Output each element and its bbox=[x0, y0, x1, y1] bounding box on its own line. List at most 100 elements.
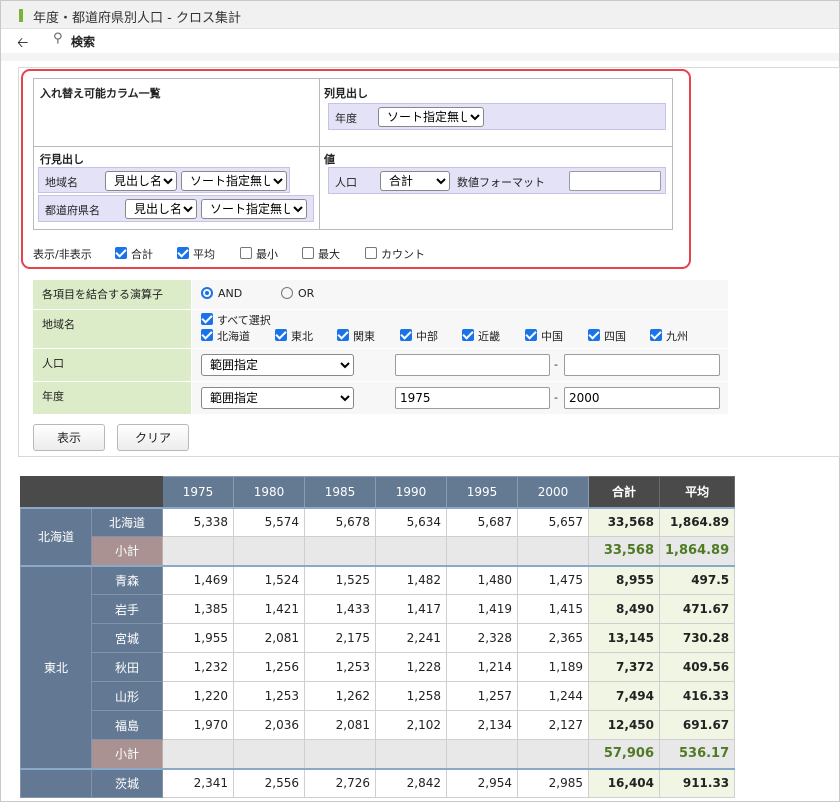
pref-cell: 福島 bbox=[91, 710, 163, 740]
subtotal-empty-cell bbox=[517, 536, 589, 566]
row-total-cell: 16,404 bbox=[588, 767, 660, 798]
col-header-item[interactable]: 年度 ソート指定無し bbox=[328, 103, 666, 130]
pref-cell: 茨城 bbox=[91, 767, 163, 798]
select-all-label: すべて選択 bbox=[217, 314, 271, 327]
table-row: 宮城 1,955 2,081 2,175 2,241 2,328 2,365 13,145 73… bbox=[21, 623, 736, 653]
row-avg-cell: 409.56 bbox=[658, 652, 736, 682]
search-icon[interactable]: ⚲ bbox=[53, 31, 63, 46]
subtotal-label: 小計 bbox=[91, 739, 163, 769]
subtotal-row: 小計 33,568 1,864.89 bbox=[21, 536, 736, 566]
year-label: 年度 bbox=[33, 382, 191, 414]
row-total-cell: 13,145 bbox=[588, 623, 660, 653]
table-row: 東北 青森 1,469 1,524 1,525 1,482 1,480 1,475 8,955 4… bbox=[20, 564, 736, 769]
table-row: 福島 1,970 2,036 2,081 2,102 2,134 2,127 12,450 69… bbox=[21, 710, 736, 740]
or-radio[interactable] bbox=[281, 287, 293, 299]
row-header-sort-select[interactable]: ソート指定無し bbox=[201, 199, 307, 219]
value-cell: 値 人口 合計 数値フォーマット bbox=[320, 147, 673, 230]
row-header-display-select[interactable]: 見出し名 bbox=[125, 199, 197, 219]
avg-checkbox[interactable] bbox=[177, 247, 189, 259]
table-row: 山形 1,220 1,253 1,262 1,258 1,257 1,244 7,494 416… bbox=[21, 681, 736, 711]
search-link[interactable]: 検索 bbox=[71, 33, 95, 50]
population-to-input[interactable] bbox=[564, 354, 720, 376]
value-cell: 1,232 bbox=[162, 652, 234, 682]
select-all-checkbox[interactable] bbox=[201, 313, 213, 325]
year-header: 2000 bbox=[517, 476, 589, 508]
value-cell: 2,102 bbox=[375, 710, 447, 740]
subtotal-label: 小計 bbox=[91, 536, 163, 566]
value-cell: 2,365 bbox=[517, 623, 589, 653]
subtotal-empty-cell bbox=[446, 739, 518, 769]
col-header-title: 列見出し bbox=[324, 87, 368, 100]
subtotal-empty-cell bbox=[233, 739, 305, 769]
value-cell: 1,482 bbox=[375, 564, 447, 595]
year-header: 1975 bbox=[162, 476, 234, 508]
max-checkbox[interactable] bbox=[302, 247, 314, 259]
population-mode-select[interactable]: 範囲指定 bbox=[201, 354, 354, 376]
value-cell: 2,175 bbox=[304, 623, 376, 653]
cross-config-table: 入れ替え可能カラム一覧 列見出し 年度 ソート指定無し 行見出し 地域名 見出し… bbox=[33, 78, 673, 230]
min-checkbox[interactable] bbox=[240, 247, 252, 259]
region-checkbox-label: 関東 bbox=[353, 330, 375, 343]
year-mode-select[interactable]: 範囲指定 bbox=[201, 387, 354, 409]
value-cell: 1,189 bbox=[517, 652, 589, 682]
subtotal-total-cell: 33,568 bbox=[588, 536, 660, 566]
number-format-input[interactable] bbox=[569, 171, 661, 191]
title-marker bbox=[19, 9, 23, 22]
row-total-cell: 7,494 bbox=[588, 681, 660, 711]
region-checkbox-hokkaido[interactable] bbox=[201, 329, 213, 341]
subtotal-empty-cell bbox=[233, 536, 305, 566]
value-agg-select[interactable]: 合計 bbox=[380, 171, 450, 191]
region-checkbox-kanto[interactable] bbox=[337, 329, 349, 341]
subtotal-empty-cell bbox=[446, 536, 518, 566]
value-cell: 2,127 bbox=[517, 710, 589, 740]
pref-cell: 秋田 bbox=[91, 652, 163, 682]
value-title: 値 bbox=[324, 153, 335, 166]
subtotal-avg-cell: 1,864.89 bbox=[658, 536, 736, 566]
row-header-item-region[interactable]: 地域名 見出し名 ソート指定無し bbox=[38, 167, 290, 193]
region-cell: 北海道 bbox=[20, 506, 92, 566]
clear-button[interactable]: クリア bbox=[117, 424, 189, 451]
population-from-input[interactable] bbox=[395, 354, 550, 376]
value-cell: 2,726 bbox=[304, 767, 376, 798]
value-cell: 2,954 bbox=[446, 767, 518, 798]
count-checkbox[interactable] bbox=[365, 247, 377, 259]
value-cell: 5,678 bbox=[304, 506, 376, 537]
row-header-display-select[interactable]: 見出し名 bbox=[105, 171, 177, 191]
corner-header bbox=[20, 476, 163, 508]
and-radio[interactable] bbox=[201, 287, 213, 299]
show-button[interactable]: 表示 bbox=[33, 424, 105, 451]
region-checkbox-tohoku[interactable] bbox=[275, 329, 287, 341]
count-checkbox-label: カウント bbox=[381, 248, 425, 261]
row-header-sort-select[interactable]: ソート指定無し bbox=[181, 171, 287, 191]
region-checkbox-chugoku[interactable] bbox=[525, 329, 537, 341]
sum-checkbox[interactable] bbox=[115, 247, 127, 259]
toolbar-divider bbox=[1, 53, 839, 61]
year-to-input[interactable] bbox=[564, 387, 720, 409]
page-title: 年度・都道府県別人口 - クロス集計 bbox=[33, 11, 241, 26]
region-checkbox-kinki[interactable] bbox=[462, 329, 474, 341]
region-checkbox-shikoku[interactable] bbox=[588, 329, 600, 341]
col-header-sort-select[interactable]: ソート指定無し bbox=[378, 107, 484, 127]
region-checkbox-chubu[interactable] bbox=[400, 329, 412, 341]
value-cell: 1,480 bbox=[446, 564, 518, 595]
row-avg-cell: 911.33 bbox=[658, 767, 736, 798]
value-cell: 1,262 bbox=[304, 681, 376, 711]
pref-cell: 青森 bbox=[91, 564, 163, 595]
region-checkbox-label: 北海道 bbox=[217, 330, 250, 343]
value-cell: 1,220 bbox=[162, 681, 234, 711]
region-checkbox-label: 中部 bbox=[416, 330, 438, 343]
value-cell: 5,687 bbox=[446, 506, 518, 537]
year-from-input[interactable] bbox=[395, 387, 550, 409]
region-checkbox-kyushu[interactable] bbox=[650, 329, 662, 341]
value-item[interactable]: 人口 合計 数値フォーマット bbox=[328, 167, 666, 194]
row-header-item-pref[interactable]: 都道府県名 見出し名 ソート指定無し bbox=[38, 195, 314, 222]
value-cell: 1,415 bbox=[517, 594, 589, 624]
value-cell: 1,253 bbox=[233, 681, 305, 711]
region-value bbox=[192, 310, 728, 348]
year-header: 1990 bbox=[375, 476, 447, 508]
region-checkbox-label: 東北 bbox=[291, 330, 313, 343]
value-cell: 1,257 bbox=[446, 681, 518, 711]
or-label: OR bbox=[298, 287, 315, 300]
table-row: 秋田 1,232 1,256 1,253 1,228 1,214 1,189 7,372 409… bbox=[21, 652, 736, 682]
row-total-cell: 33,568 bbox=[588, 506, 660, 537]
